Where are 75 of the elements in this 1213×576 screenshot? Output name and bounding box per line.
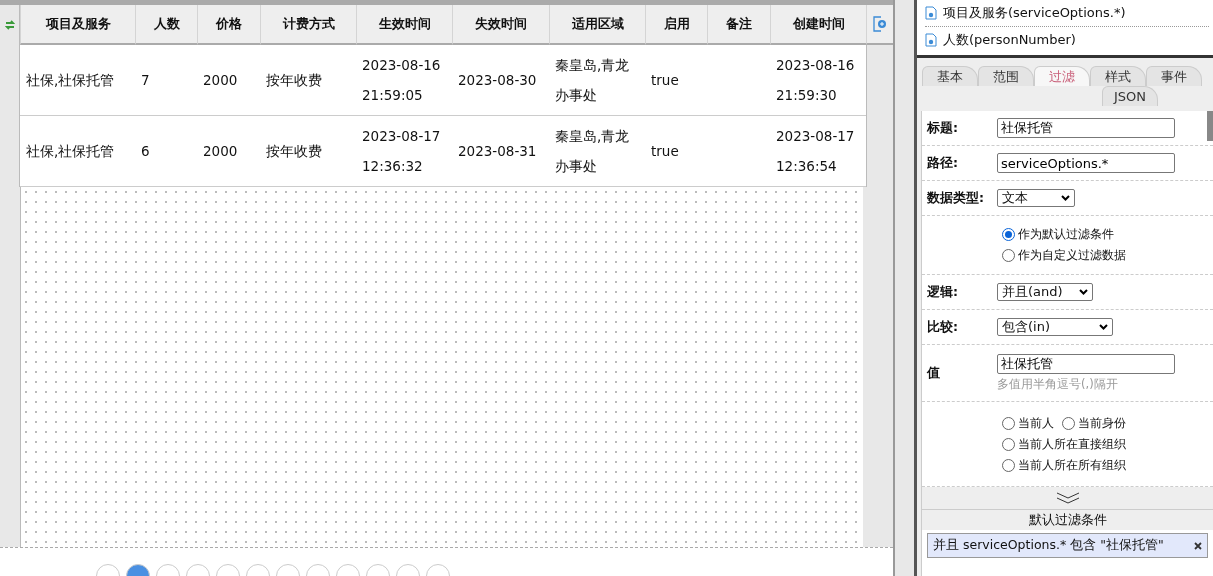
table-cell: 按年收费 [260, 45, 356, 116]
table-cell: 秦皇岛,青龙办事处 [549, 45, 645, 116]
table-cell: 6 [135, 116, 197, 187]
column-header[interactable]: 创建时间 [770, 5, 866, 45]
radio-label: 当前人所在直接组织 [1018, 435, 1126, 453]
field-label: 逻辑: [926, 283, 959, 301]
refresh-icon[interactable] [4, 19, 15, 31]
dropdown[interactable]: 并且(and) [997, 283, 1093, 301]
table-cell: 2023-08-16 21:59:05 [356, 45, 452, 116]
column-header[interactable]: 适用区域 [549, 5, 645, 45]
chevron-down-icon [1061, 195, 1070, 201]
column-header[interactable]: 人数 [135, 5, 197, 45]
tab[interactable]: 事件 [1146, 66, 1202, 86]
table-cell: 按年收费 [260, 116, 356, 187]
input-field[interactable]: 社保托管 [997, 354, 1175, 374]
radio-button[interactable] [1002, 249, 1015, 262]
add-column-icon[interactable] [873, 16, 887, 32]
panel-splitter[interactable] [893, 0, 917, 576]
hint-text: 多值用半角逗号(,)隔开 [997, 377, 1119, 392]
radio-button[interactable] [1002, 437, 1015, 451]
table-cell: 2023-08-16 21:59:30 [770, 45, 866, 116]
dropdown[interactable]: 文本 [997, 189, 1075, 207]
table-cell: 2023-08-17 12:36:32 [356, 116, 452, 187]
table-cell: 2023-08-30 [452, 45, 549, 116]
table-cell: 2023-08-17 12:36:54 [770, 116, 866, 187]
table-cell: 2023-08-31 [452, 116, 549, 187]
column-header[interactable]: 失效时间 [452, 5, 549, 45]
field-label: 数据类型: [926, 189, 985, 207]
field-item[interactable]: 项目及服务(serviceOptions.*) [943, 4, 1126, 22]
radio-label: 作为默认过滤条件 [1018, 226, 1114, 243]
table-cell: 2000 [197, 116, 260, 187]
radio-label: 当前人所在所有组织 [1018, 456, 1126, 474]
close-icon[interactable] [1194, 541, 1202, 550]
input-field[interactable]: 社保托管 [997, 118, 1175, 138]
chevron-down-icon [1079, 289, 1088, 295]
radio-button[interactable] [1002, 458, 1015, 472]
document-icon [925, 33, 937, 47]
table-cell: 2000 [197, 45, 260, 116]
field-label: 比较: [926, 318, 959, 336]
filter-text: 并且 serviceOptions.* 包含 "社保托管" [933, 537, 1164, 554]
radio-label: 当前人 [1018, 414, 1054, 432]
tab[interactable]: JSON [1102, 86, 1158, 106]
input-field[interactable]: serviceOptions.* [997, 153, 1175, 173]
column-header[interactable]: 计费方式 [260, 5, 356, 45]
chevron-down-icon [1099, 324, 1108, 330]
tab[interactable]: 基本 [922, 66, 978, 86]
table-cell: 秦皇岛,青龙办事处 [549, 116, 645, 187]
column-header[interactable]: 备注 [707, 5, 770, 45]
table-cell: true [645, 116, 707, 187]
radio-label: 当前身份 [1078, 414, 1126, 432]
column-header[interactable]: 生效时间 [356, 5, 452, 45]
dropdown[interactable]: 包含(in) [997, 318, 1113, 336]
tab[interactable]: 样式 [1090, 66, 1146, 86]
scrollbar[interactable] [1207, 111, 1213, 141]
table-cell: 社保,社保托管 [20, 116, 135, 187]
radio-button[interactable] [1062, 416, 1075, 430]
filter-chip[interactable]: 并且 serviceOptions.* 包含 "社保托管" [927, 533, 1208, 558]
column-header[interactable]: 项目及服务 [20, 5, 135, 45]
field-label: 路径: [926, 154, 959, 172]
tab[interactable]: 范围 [978, 66, 1034, 86]
document-icon [925, 6, 937, 20]
section-title: 默认过滤条件 [922, 510, 1213, 530]
radio-button[interactable] [1002, 228, 1015, 241]
column-header[interactable]: 启用 [645, 5, 707, 45]
column-header[interactable]: 价格 [197, 5, 260, 45]
field-label: 值 [925, 364, 941, 382]
field-item[interactable]: 人数(personNumber) [943, 31, 1076, 49]
field-label: 标题: [926, 119, 959, 137]
radio-label: 作为自定义过滤数据 [1018, 247, 1126, 264]
double-chevron-icon[interactable] [1055, 492, 1080, 504]
table-cell: true [645, 45, 707, 116]
table-cell: 社保,社保托管 [20, 45, 135, 116]
tab[interactable]: 过滤 [1034, 66, 1090, 86]
radio-button[interactable] [1002, 416, 1015, 430]
table-cell: 7 [135, 45, 197, 116]
